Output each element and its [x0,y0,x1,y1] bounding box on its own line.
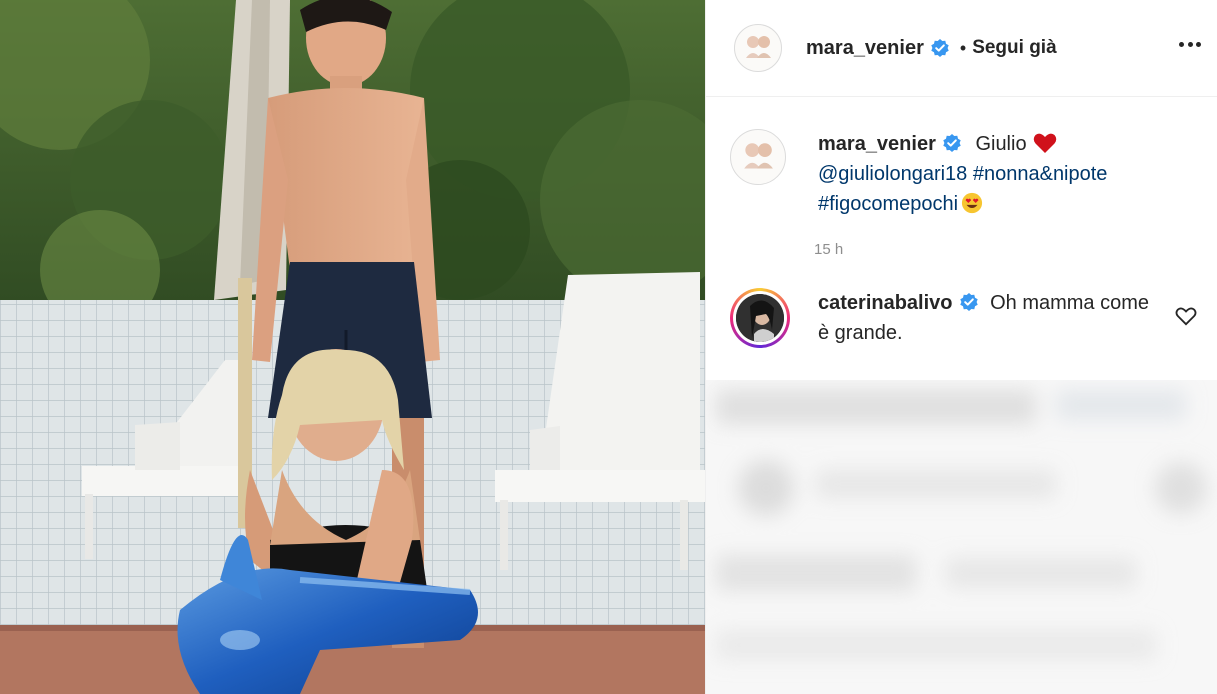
verified-badge-icon [931,39,949,57]
commenter-avatar-ring[interactable] [730,288,790,348]
hashtag-link-2[interactable]: #figocomepochi [818,193,958,215]
follow-status-button[interactable]: Segui già [972,37,1056,59]
mention-link[interactable]: @giuliolongari18 [818,163,967,185]
blurred-content [706,380,1217,694]
commenter-username[interactable]: caterinabalivo [818,292,953,314]
post-photo[interactable] [0,0,705,694]
comment-item: caterinabalivo Oh mamma come è grande. [706,258,1217,348]
heart-eyes-emoji-icon [962,192,983,214]
hashtag-link-1[interactable]: #nonna&nipote [973,163,1108,185]
author-username[interactable]: mara_venier [806,37,924,60]
comment-body: caterinabalivo Oh mamma come è grande. [818,288,1158,348]
commenter-avatar [736,294,784,342]
post-header: mara_venier • Segui già [706,0,1217,97]
avatar-image [736,294,784,342]
post-caption: mara_venier Giulio @giuliolongari18 #non… [706,97,1217,219]
heart-outline-icon[interactable] [1175,306,1197,326]
separator-dot: • [959,37,967,58]
red-heart-emoji-icon [1033,133,1056,153]
caption-text: Giulio [975,133,1027,155]
blurred-comments-area [706,380,1217,694]
caption-body: mara_venier Giulio @giuliolongari18 #non… [818,129,1107,219]
caption-username[interactable]: mara_venier [818,133,936,155]
caption-author-avatar[interactable] [730,129,786,185]
avatar-image [744,143,773,169]
post-timestamp[interactable]: 15 h [814,241,1217,258]
more-horizontal-icon[interactable] [1175,34,1205,54]
author-avatar[interactable] [734,24,782,72]
post-side-panel: mara_venier • Segui già mara_venier Giul… [705,0,1217,694]
verified-badge-icon [943,134,961,152]
verified-badge-icon [959,293,978,311]
post-photo-image [0,0,705,694]
avatar-image [746,36,771,58]
